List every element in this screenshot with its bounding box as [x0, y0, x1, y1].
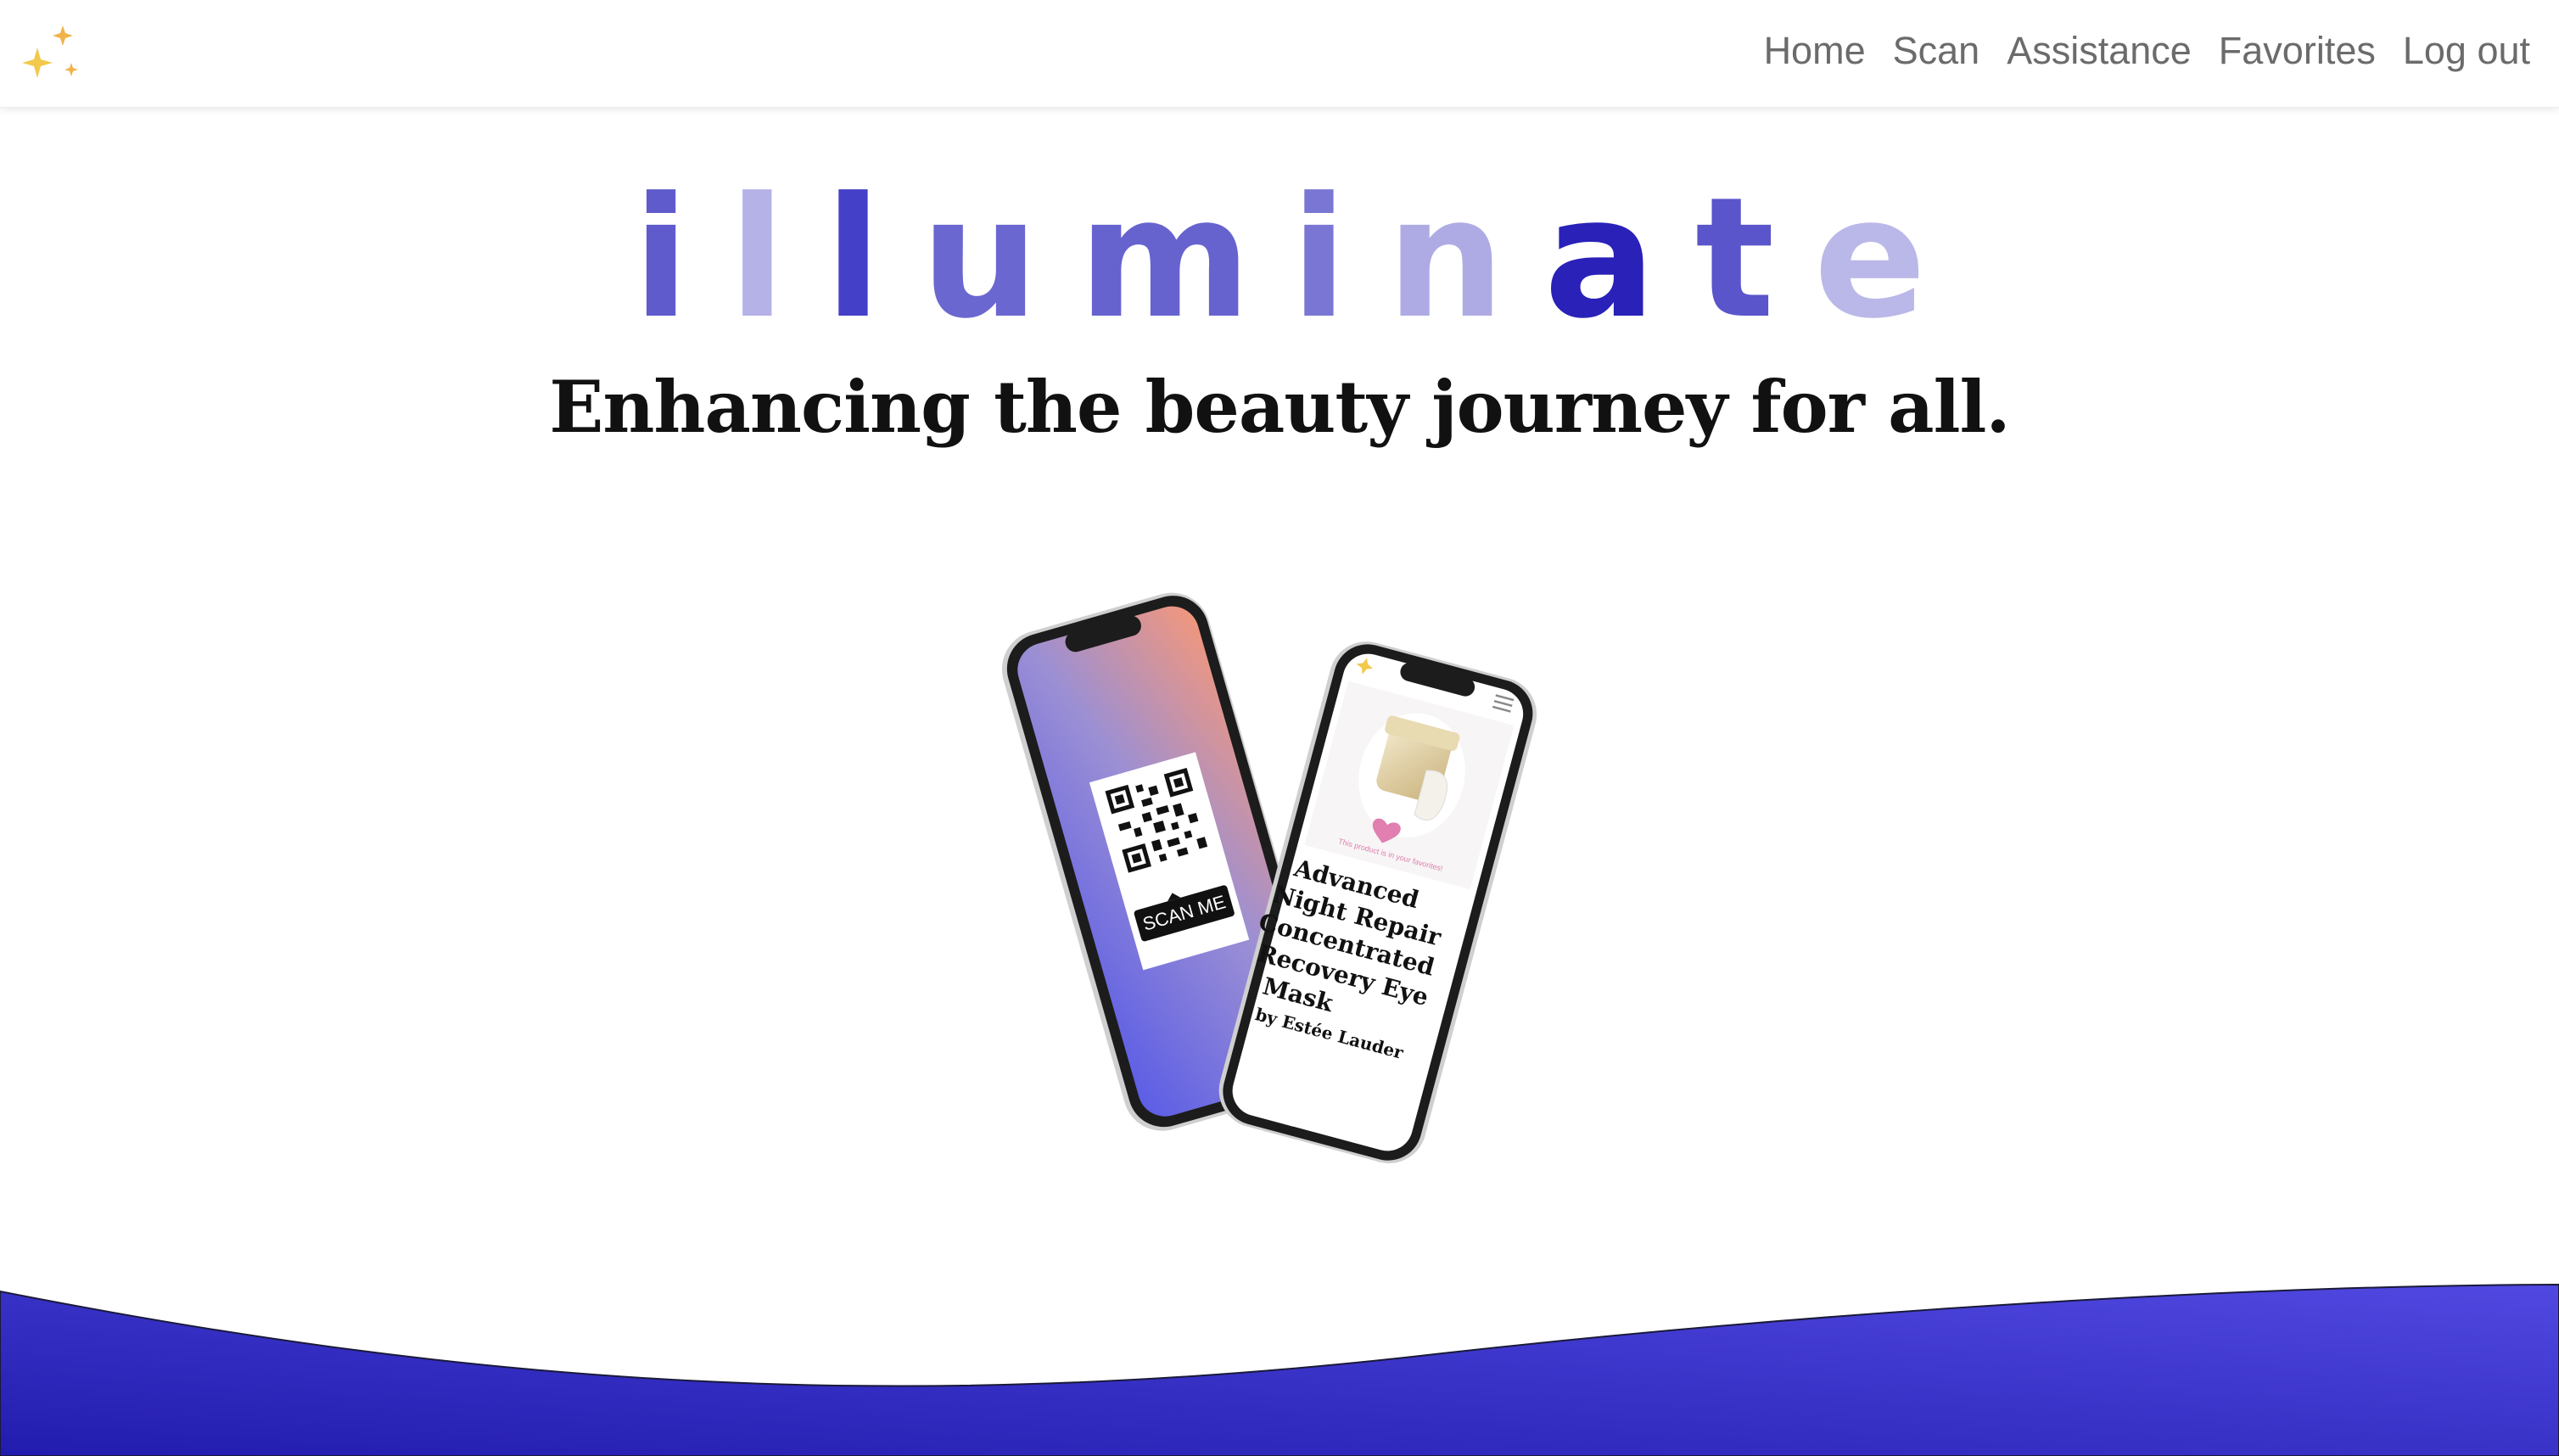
top-navbar: Home Scan Assistance Favorites Log out [0, 0, 2559, 108]
phones-illustration: SCAN ME This product is in your favorite… [1001, 592, 1537, 1163]
nav-assistance-link[interactable]: Assistance [2007, 29, 2192, 73]
title-letter: u [921, 162, 1039, 356]
title-letter: m [1078, 162, 1252, 356]
nav-logout-link[interactable]: Log out [2403, 29, 2530, 73]
nav-links: Home Scan Assistance Favorites Log out [1764, 0, 2530, 102]
title-letter: l [824, 162, 882, 356]
title-letter: i [1290, 162, 1348, 356]
brand-title: illuminate [0, 174, 2559, 344]
title-letter: l [728, 162, 786, 356]
footer-wave [0, 1283, 2559, 1456]
nav-favorites-link[interactable]: Favorites [2219, 29, 2376, 73]
sparkles-icon[interactable] [19, 20, 87, 88]
tagline: Enhancing the beauty journey for all. [549, 365, 2010, 449]
nav-scan-link[interactable]: Scan [1893, 29, 1980, 73]
title-letter: t [1694, 162, 1775, 356]
nav-home-link[interactable]: Home [1764, 29, 1866, 73]
title-letter: i [632, 162, 690, 356]
title-letter: n [1386, 162, 1505, 356]
title-letter: e [1813, 162, 1927, 356]
title-letter: a [1543, 162, 1656, 356]
